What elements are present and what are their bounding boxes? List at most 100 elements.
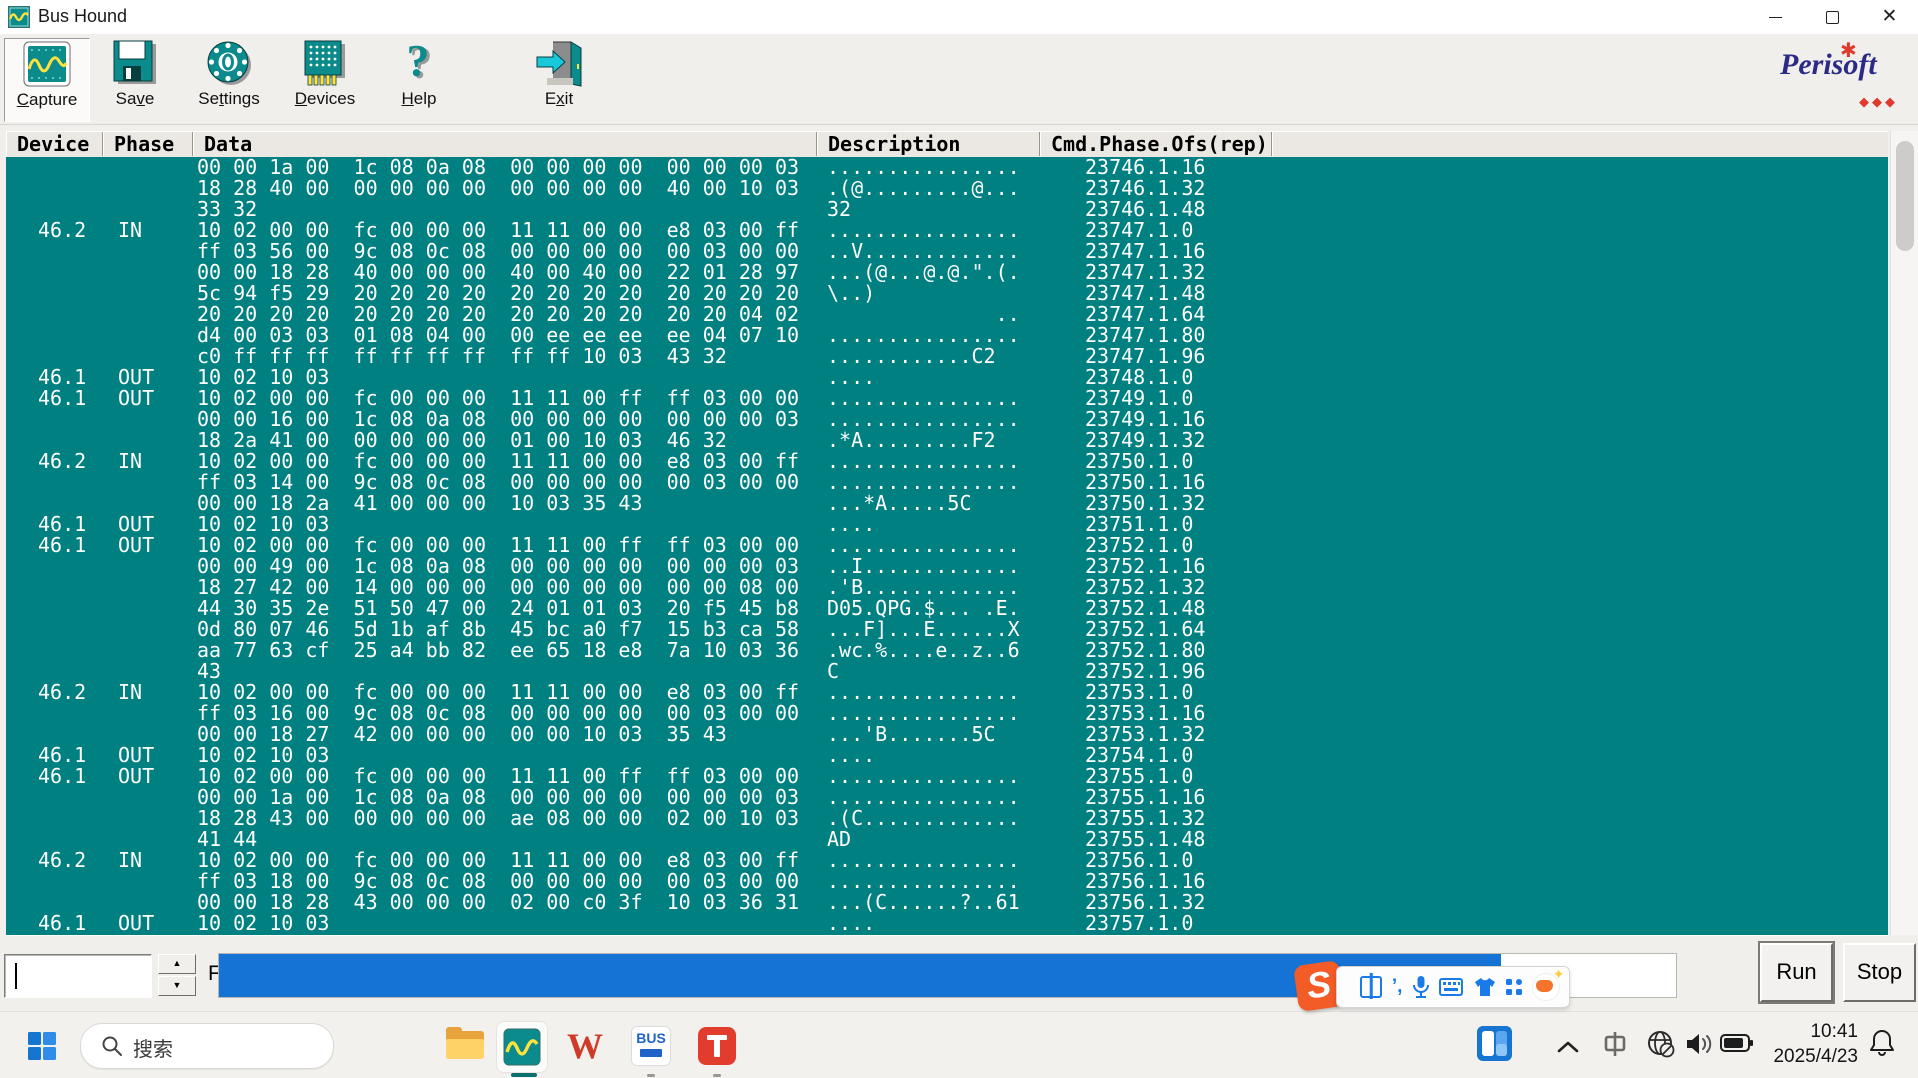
- table-row[interactable]: 41 44 AD 23755.1.48: [6, 829, 1888, 850]
- table-row[interactable]: 00 00 18 28 40 00 00 00 40 00 40 00 22 0…: [6, 262, 1888, 283]
- table-row[interactable]: 00 00 1a 00 1c 08 0a 08 00 00 00 00 00 0…: [6, 787, 1888, 808]
- punctuation-icon[interactable]: ’,: [1392, 967, 1403, 1007]
- table-row[interactable]: 46.2 IN 10 02 00 00 fc 00 00 00 11 11 00…: [6, 220, 1888, 241]
- taskbar-file-explorer-icon[interactable]: [440, 1021, 490, 1071]
- table-row[interactable]: ff 03 18 00 9c 08 0c 08 00 00 00 00 00 0…: [6, 871, 1888, 892]
- spinner-down-button[interactable]: ▼: [158, 976, 196, 996]
- capture-button[interactable]: Capture: [4, 38, 90, 122]
- globe-no-internet-icon[interactable]: [1645, 1028, 1677, 1060]
- table-row[interactable]: 5c 94 f5 29 20 20 20 20 20 20 20 20 20 2…: [6, 283, 1888, 304]
- start-button-icon[interactable]: [28, 1032, 56, 1060]
- taskbar-search[interactable]: 搜索: [80, 1023, 334, 1069]
- table-row[interactable]: 46.1 OUT 10 02 10 03 .... 23757.1.0: [6, 913, 1888, 934]
- table-row[interactable]: 00 00 1a 00 1c 08 0a 08 00 00 00 00 00 0…: [6, 157, 1888, 178]
- table-row[interactable]: 00 00 18 27 42 00 00 00 00 00 10 03 35 4…: [6, 724, 1888, 745]
- devices-button-label: Devices: [282, 89, 368, 109]
- help-button[interactable]: ? ? Help: [382, 38, 456, 120]
- table-row[interactable]: 46.1 OUT 10 02 00 00 fc 00 00 00 11 11 0…: [6, 388, 1888, 409]
- taskbar-red-app-icon[interactable]: [692, 1021, 742, 1071]
- skin-icon[interactable]: [1473, 977, 1497, 997]
- row-description: ...*A.....5C: [827, 493, 972, 514]
- exit-button-label: Exit: [516, 89, 602, 109]
- settings-button[interactable]: Settings: [186, 38, 272, 120]
- battery-icon[interactable]: [1720, 1032, 1754, 1054]
- table-row[interactable]: ff 03 16 00 9c 08 0c 08 00 00 00 00 00 0…: [6, 703, 1888, 724]
- row-hex-data: ff 03 18 00 9c 08 0c 08 00 00 00 00 00 0…: [197, 871, 799, 892]
- table-row[interactable]: 18 2a 41 00 00 00 00 00 01 00 10 03 46 3…: [6, 430, 1888, 451]
- table-row[interactable]: d4 00 03 03 01 08 04 00 00 ee ee ee ee 0…: [6, 325, 1888, 346]
- table-row[interactable]: 46.1 OUT 10 02 10 03 .... 23754.1.0: [6, 745, 1888, 766]
- clock-date: 2025/4/23: [1762, 1044, 1858, 1069]
- microphone-icon[interactable]: [1412, 975, 1430, 999]
- capture-data-list[interactable]: 00 00 1a 00 1c 08 0a 08 00 00 00 00 00 0…: [6, 157, 1888, 936]
- run-button[interactable]: Run: [1760, 943, 1833, 1002]
- scrollbar-thumb[interactable]: [1896, 141, 1914, 251]
- chevron-up-icon[interactable]: [1556, 1040, 1580, 1054]
- table-row[interactable]: ff 03 56 00 9c 08 0c 08 00 00 00 00 00 0…: [6, 241, 1888, 262]
- row-hex-data: ff 03 14 00 9c 08 0c 08 00 00 00 00 00 0…: [197, 472, 799, 493]
- row-description: D05.QPG.$... .E.: [827, 598, 1020, 619]
- find-input[interactable]: [4, 954, 152, 998]
- taskbar-bus-tool-icon[interactable]: BUS: [626, 1021, 676, 1071]
- table-row[interactable]: c0 ff ff ff ff ff ff ff ff ff 10 03 43 3…: [6, 346, 1888, 367]
- menu-grid-icon[interactable]: [1506, 979, 1522, 995]
- table-row[interactable]: 46.2 IN 10 02 00 00 fc 00 00 00 11 11 00…: [6, 682, 1888, 703]
- taskbar-wps-icon[interactable]: W: [560, 1021, 610, 1071]
- table-row[interactable]: ff 03 14 00 9c 08 0c 08 00 00 00 00 00 0…: [6, 472, 1888, 493]
- row-cmd-phase-ofs: 23749.1.32: [1085, 430, 1205, 451]
- table-row[interactable]: 18 27 42 00 14 00 00 00 00 00 00 00 00 0…: [6, 577, 1888, 598]
- column-header-cmd-phase-ofs[interactable]: Cmd.Phase.Ofs(rep): [1040, 132, 1272, 156]
- table-row[interactable]: 00 00 49 00 1c 08 0a 08 00 00 00 00 00 0…: [6, 556, 1888, 577]
- table-row[interactable]: aa 77 63 cf 25 a4 bb 82 ee 65 18 e8 7a 1…: [6, 640, 1888, 661]
- stop-button[interactable]: Stop: [1843, 943, 1916, 1002]
- table-row[interactable]: 20 20 20 20 20 20 20 20 20 20 20 20 20 2…: [6, 304, 1888, 325]
- find-bar: ▲ ▼ Find Run Stop: [0, 940, 1918, 1010]
- table-row[interactable]: 46.2 IN 10 02 00 00 fc 00 00 00 11 11 00…: [6, 451, 1888, 472]
- table-row[interactable]: 00 00 18 2a 41 00 00 00 10 03 35 43 ...*…: [6, 493, 1888, 514]
- row-cmd-phase-ofs: 23753.1.0: [1085, 682, 1193, 703]
- speaker-icon[interactable]: [1684, 1030, 1714, 1058]
- title-bar: Bus Hound ✕: [0, 0, 1918, 34]
- row-cmd-phase-ofs: 23752.1.0: [1085, 535, 1193, 556]
- table-row[interactable]: 33 32 32 23746.1.48: [6, 199, 1888, 220]
- devices-button[interactable]: Devices: [282, 38, 368, 120]
- exit-button[interactable]: Exit: [516, 38, 602, 120]
- bus-hound-app-icon: [8, 6, 30, 28]
- column-header-description[interactable]: Description: [817, 132, 1040, 156]
- soft-keyboard-icon[interactable]: [1439, 978, 1463, 996]
- row-hex-data: ff 03 16 00 9c 08 0c 08 00 00 00 00 00 0…: [197, 703, 799, 724]
- table-row[interactable]: 46.1 OUT 10 02 00 00 fc 00 00 00 11 11 0…: [6, 535, 1888, 556]
- svg-text:?: ?: [407, 40, 430, 86]
- spinner-up-button[interactable]: ▲: [158, 954, 196, 974]
- table-row[interactable]: 44 30 35 2e 51 50 47 00 24 01 01 03 20 f…: [6, 598, 1888, 619]
- ime-zh-icon[interactable]: [1600, 1029, 1630, 1059]
- table-row[interactable]: 46.1 OUT 10 02 10 03 .... 23748.1.0: [6, 367, 1888, 388]
- maximize-button[interactable]: [1804, 0, 1861, 34]
- row-description: .wc.%....e..z..6: [827, 640, 1020, 661]
- bell-icon[interactable]: [1868, 1028, 1896, 1058]
- widgets-icon[interactable]: [1477, 1026, 1512, 1061]
- minimize-button[interactable]: [1747, 0, 1804, 34]
- save-button[interactable]: Save: [96, 38, 174, 120]
- table-row[interactable]: 00 00 18 28 43 00 00 00 02 00 c0 3f 10 0…: [6, 892, 1888, 913]
- row-hex-data: 18 28 43 00 00 00 00 00 ae 08 00 00 02 0…: [197, 808, 799, 829]
- row-description: ................: [827, 388, 1020, 409]
- vertical-scrollbar[interactable]: [1890, 131, 1918, 935]
- table-row[interactable]: 46.2 IN 10 02 00 00 fc 00 00 00 11 11 00…: [6, 850, 1888, 871]
- table-row[interactable]: 46.1 OUT 10 02 10 03 .... 23751.1.0: [6, 514, 1888, 535]
- column-header-data[interactable]: Data: [193, 132, 817, 156]
- row-cmd-phase-ofs: 23749.1.0: [1085, 388, 1193, 409]
- taskbar-clock[interactable]: 10:41 2025/4/23: [1762, 1019, 1858, 1069]
- table-row[interactable]: 43 C 23752.1.96: [6, 661, 1888, 682]
- table-row[interactable]: 46.1 OUT 10 02 00 00 fc 00 00 00 11 11 0…: [6, 766, 1888, 787]
- column-header-device[interactable]: Device: [6, 132, 103, 156]
- emoji-icon[interactable]: ✦: [1532, 973, 1560, 1001]
- table-row[interactable]: 18 28 43 00 00 00 00 00 ae 08 00 00 02 0…: [6, 808, 1888, 829]
- chinese-mode-icon[interactable]: [1360, 976, 1382, 998]
- table-row[interactable]: 00 00 16 00 1c 08 0a 08 00 00 00 00 00 0…: [6, 409, 1888, 430]
- taskbar-bus-hound-icon[interactable]: [496, 1021, 548, 1073]
- table-row[interactable]: 18 28 40 00 00 00 00 00 00 00 00 00 40 0…: [6, 178, 1888, 199]
- close-button[interactable]: ✕: [1861, 0, 1918, 34]
- table-row[interactable]: 0d 80 07 46 5d 1b af 8b 45 bc a0 f7 15 b…: [6, 619, 1888, 640]
- column-header-phase[interactable]: Phase: [103, 132, 193, 156]
